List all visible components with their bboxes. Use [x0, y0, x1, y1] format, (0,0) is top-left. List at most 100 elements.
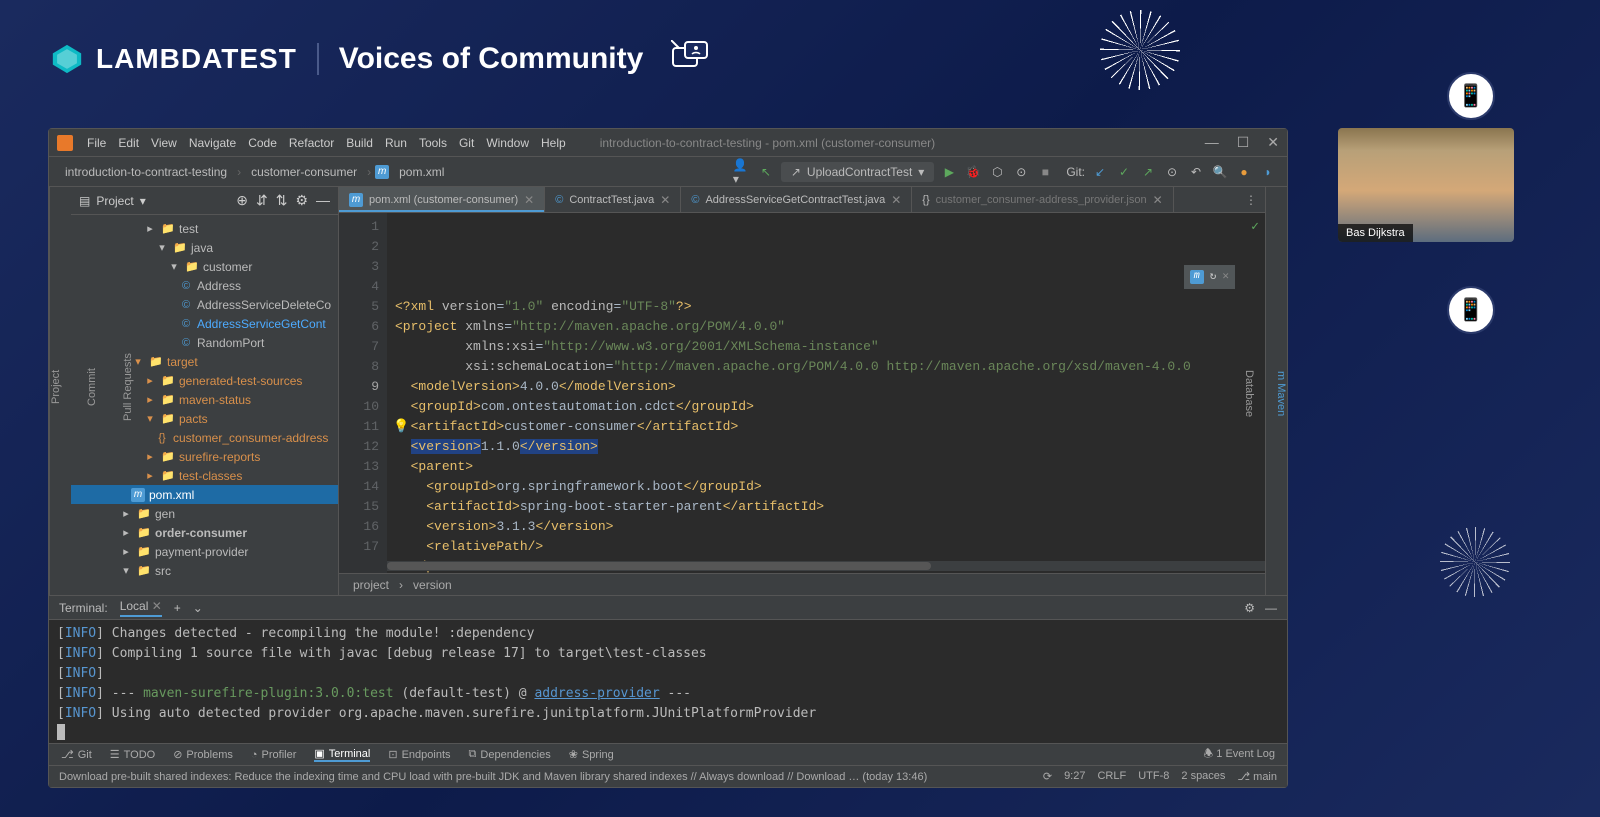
menu-git[interactable]: Git: [459, 136, 474, 150]
terminal-output[interactable]: [INFO] Changes detected - recompiling th…: [49, 620, 1287, 743]
git-push-icon[interactable]: ↗: [1139, 163, 1157, 181]
tree-item[interactable]: ©RandomPort: [71, 333, 338, 352]
run-button[interactable]: ▶: [940, 163, 958, 181]
menu-build[interactable]: Build: [346, 136, 373, 150]
breadcrumb-item[interactable]: customer-consumer: [245, 163, 363, 181]
menu-navigate[interactable]: Navigate: [189, 136, 236, 150]
chevron-down-icon[interactable]: ⌄: [193, 601, 203, 615]
tree-item[interactable]: ©AddressServiceGetCont: [71, 314, 338, 333]
maximize-button[interactable]: ☐: [1237, 134, 1250, 151]
tree-item[interactable]: ©AddressServiceDeleteCo: [71, 295, 338, 314]
status-item[interactable]: CRLF: [1097, 770, 1126, 783]
bottom-tab-dependencies[interactable]: ⧉Dependencies: [469, 748, 551, 761]
menu-code[interactable]: Code: [248, 136, 277, 150]
bottom-tab-endpoints[interactable]: ⊡Endpoints: [388, 748, 450, 761]
bottom-tab-todo[interactable]: ☰TODO: [110, 748, 155, 761]
code-editor[interactable]: 1234567891011121314151617 ✓ m↻✕ <?xml ve…: [339, 213, 1265, 573]
editor-tab[interactable]: mpom.xml (customer-consumer)✕: [339, 187, 545, 212]
menu-window[interactable]: Window: [486, 136, 529, 150]
device-button-phone[interactable]: 📱: [1447, 72, 1495, 120]
tree-item[interactable]: ▾📁target: [71, 352, 338, 371]
bottom-tab-profiler[interactable]: ◔Profiler: [251, 749, 297, 761]
tree-item[interactable]: ▾📁customer: [71, 257, 338, 276]
breadcrumb-item[interactable]: introduction-to-contract-testing: [59, 163, 233, 181]
commit-tab[interactable]: Commit: [86, 368, 98, 406]
user-icon[interactable]: 👤▾: [733, 163, 751, 181]
status-item[interactable]: UTF-8: [1138, 770, 1169, 783]
tab-close-icon[interactable]: ✕: [1153, 193, 1163, 207]
close-button[interactable]: ✕: [1267, 134, 1279, 151]
tree-item[interactable]: {}customer_consumer-address: [71, 428, 338, 447]
horizontal-scrollbar[interactable]: [387, 561, 1265, 571]
terminal-add-button[interactable]: +: [174, 601, 181, 615]
status-bg-task-icon[interactable]: ⟳: [1043, 770, 1052, 783]
git-update-icon[interactable]: ↙: [1091, 163, 1109, 181]
menu-edit[interactable]: Edit: [118, 136, 139, 150]
minimize-button[interactable]: —: [1205, 134, 1219, 151]
tree-item[interactable]: ▸📁surefire-reports: [71, 447, 338, 466]
search-icon[interactable]: 🔍: [1211, 163, 1229, 181]
tree-item[interactable]: ▾📁java: [71, 238, 338, 257]
tab-close-icon[interactable]: ✕: [524, 193, 534, 207]
project-tree[interactable]: ▸📁test▾📁java▾📁customer©Address©AddressSe…: [71, 215, 338, 595]
menu-tools[interactable]: Tools: [419, 136, 447, 150]
code-content[interactable]: ✓ m↻✕ <?xml version="1.0" encoding="UTF-…: [387, 213, 1265, 573]
profile-button[interactable]: ⊙: [1012, 163, 1030, 181]
tabs-overflow-icon[interactable]: ⋮: [1237, 187, 1265, 212]
avatar-icon[interactable]: ◗: [1259, 163, 1277, 181]
event-log-button[interactable]: 🕭 1 Event Log: [1203, 745, 1275, 764]
bottom-tab-terminal[interactable]: ▣Terminal: [314, 747, 370, 762]
breadcrumb-item[interactable]: pom.xml: [393, 163, 450, 181]
status-item[interactable]: 2 spaces: [1181, 770, 1225, 783]
device-button-tablet[interactable]: 📱: [1447, 286, 1495, 334]
maven-reimport-popup[interactable]: m↻✕: [1184, 265, 1235, 289]
bottom-tab-problems[interactable]: ⊘Problems: [173, 748, 233, 761]
tree-item[interactable]: ▸📁generated-test-sources: [71, 371, 338, 390]
terminal-tab-local[interactable]: Local ✕: [120, 599, 162, 617]
bottom-tab-spring[interactable]: ❀Spring: [569, 748, 614, 761]
expand-icon[interactable]: ⇵: [256, 192, 268, 209]
terminal-gear-icon[interactable]: ⚙: [1244, 601, 1255, 615]
hide-icon[interactable]: —: [316, 192, 330, 209]
notifications-icon[interactable]: ●: [1235, 163, 1253, 181]
tree-item[interactable]: ▸📁maven-status: [71, 390, 338, 409]
editor-tab[interactable]: ©AddressServiceGetContractTest.java✕: [681, 187, 912, 212]
select-file-icon[interactable]: ⊕: [236, 192, 248, 209]
git-commit-icon[interactable]: ✓: [1115, 163, 1133, 181]
menu-help[interactable]: Help: [541, 136, 566, 150]
git-history-icon[interactable]: ⊙: [1163, 163, 1181, 181]
coverage-button[interactable]: ⬡: [988, 163, 1006, 181]
menu-refactor[interactable]: Refactor: [289, 136, 334, 150]
tree-item[interactable]: ▸📁order-consumer: [71, 523, 338, 542]
editor-tab[interactable]: ©ContractTest.java✕: [545, 187, 681, 212]
tree-item[interactable]: ▸📁test: [71, 219, 338, 238]
tree-item[interactable]: ©Address: [71, 276, 338, 295]
tree-item[interactable]: ▸📁gen: [71, 504, 338, 523]
run-config-select[interactable]: ↗ UploadContractTest ▾: [781, 162, 934, 182]
tree-item[interactable]: ▾📁src: [71, 561, 338, 580]
tree-item[interactable]: ▸📁test-classes: [71, 466, 338, 485]
menu-run[interactable]: Run: [385, 136, 407, 150]
tree-item[interactable]: ▸📁payment-provider: [71, 542, 338, 561]
status-item[interactable]: ⎇ main: [1237, 770, 1277, 783]
tree-item[interactable]: ▾📁pacts: [71, 409, 338, 428]
inspection-check-icon[interactable]: ✓: [1251, 217, 1259, 237]
maven-tab[interactable]: m Maven: [1275, 371, 1287, 416]
debug-button[interactable]: 🐞: [964, 163, 982, 181]
editor-tab[interactable]: {}customer_consumer-address_provider.jso…: [912, 187, 1173, 212]
chevron-down-icon[interactable]: ▾: [140, 194, 146, 208]
status-item[interactable]: 9:27: [1064, 770, 1085, 783]
menu-file[interactable]: File: [87, 136, 106, 150]
git-rollback-icon[interactable]: ↶: [1187, 163, 1205, 181]
tree-item[interactable]: mpom.xml: [71, 485, 338, 504]
gear-icon[interactable]: ⚙: [295, 192, 308, 209]
terminal-hide-icon[interactable]: —: [1265, 601, 1277, 615]
hammer-icon[interactable]: ↖: [757, 163, 775, 181]
tab-close-icon[interactable]: ✕: [891, 193, 901, 207]
stop-button[interactable]: ■: [1036, 163, 1054, 181]
pull-requests-tab[interactable]: Pull Requests: [122, 353, 134, 421]
tab-close-icon[interactable]: ✕: [660, 193, 670, 207]
collapse-icon[interactable]: ⇅: [276, 192, 288, 209]
bottom-tab-git[interactable]: ⎇Git: [61, 748, 92, 761]
project-tab[interactable]: Project: [50, 370, 62, 404]
